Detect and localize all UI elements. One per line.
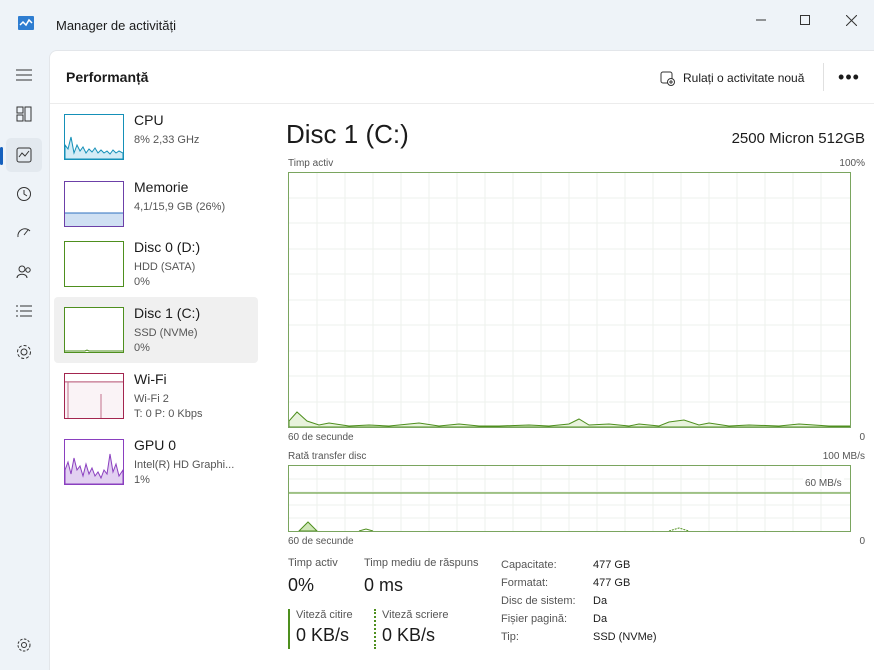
minimize-button[interactable] bbox=[738, 6, 784, 34]
active-time-graph-min: 0 bbox=[859, 432, 865, 443]
stat-active-time: Timp activ 0% bbox=[288, 557, 338, 596]
wifi-throughput: T: 0 P: 0 Kbps bbox=[134, 408, 203, 420]
users-icon bbox=[16, 265, 31, 279]
run-task-icon bbox=[660, 71, 675, 86]
disk1-type: SSD (NVMe) bbox=[134, 327, 198, 339]
wifi-adapter: Wi-Fi 2 bbox=[134, 393, 169, 405]
nav-services[interactable] bbox=[6, 335, 42, 369]
app-icon bbox=[18, 16, 34, 30]
nav-processes[interactable] bbox=[6, 97, 42, 131]
maximize-button[interactable] bbox=[782, 6, 828, 34]
nav-app-history[interactable] bbox=[6, 177, 42, 211]
run-task-label: Rulați o activitate nouă bbox=[683, 71, 805, 85]
prop-system-disk: Disc de sistem: Da bbox=[501, 595, 608, 607]
prop-capacity: Capacitate: 477 GB bbox=[501, 559, 631, 571]
prop-type: Tip: SSD (NVMe) bbox=[501, 631, 657, 643]
list-item-cpu[interactable]: CPU 8% 2,33 GHz bbox=[54, 104, 258, 170]
list-item-wifi[interactable]: Wi-Fi Wi-Fi 2 T: 0 P: 0 Kbps bbox=[54, 363, 258, 429]
services-icon bbox=[17, 345, 31, 359]
gpu-name: GPU 0 bbox=[134, 437, 177, 453]
settings-icon bbox=[17, 638, 31, 652]
nav-details[interactable] bbox=[6, 294, 42, 328]
nav-startup[interactable] bbox=[6, 216, 42, 250]
run-new-task-button[interactable]: Rulați o activitate nouă bbox=[660, 67, 804, 89]
disk0-name: Disc 0 (D:) bbox=[134, 239, 201, 255]
gpu-thumbnail bbox=[64, 439, 124, 485]
page-title: Performanță bbox=[66, 69, 149, 85]
menu-icon bbox=[16, 69, 32, 81]
active-time-graph-max: 100% bbox=[839, 158, 865, 169]
write-speed-label: Viteză scriere bbox=[382, 609, 449, 621]
disk1-thumbnail bbox=[64, 307, 124, 353]
disk1-name: Disc 1 (C:) bbox=[134, 305, 201, 321]
minimize-icon bbox=[756, 19, 766, 21]
transfer-graph-time: 60 de secunde bbox=[288, 536, 354, 547]
menu-button[interactable] bbox=[6, 58, 42, 92]
startup-icon bbox=[17, 228, 31, 238]
list-item-memory[interactable]: Memorie 4,1/15,9 GB (26%) bbox=[54, 171, 258, 237]
performance-icon bbox=[16, 147, 32, 163]
wifi-thumbnail bbox=[64, 373, 124, 419]
title-bar: Manager de activități bbox=[0, 0, 874, 50]
response-time-value: 0 ms bbox=[364, 575, 404, 595]
maximize-icon bbox=[800, 15, 810, 25]
wifi-name: Wi-Fi bbox=[134, 371, 167, 387]
main-panel: Performanță Rulați o activitate nouă •••… bbox=[49, 50, 874, 670]
disk1-usage: 0% bbox=[134, 342, 150, 354]
list-item-disk0[interactable]: Disc 0 (D:) HDD (SATA) 0% bbox=[54, 231, 258, 297]
disk0-usage: 0% bbox=[134, 276, 150, 288]
memory-thumbnail bbox=[64, 181, 124, 227]
disk-title: Disc 1 (C:) bbox=[286, 119, 409, 149]
cpu-usage: 8% 2,33 GHz bbox=[134, 134, 200, 146]
nav-users[interactable] bbox=[6, 255, 42, 289]
details-icon bbox=[16, 305, 32, 317]
disk0-thumbnail bbox=[64, 241, 124, 287]
response-time-label: Timp mediu de răspuns bbox=[364, 557, 479, 569]
active-time-value: 0% bbox=[288, 575, 315, 595]
nav-rail bbox=[0, 50, 48, 669]
active-time-graph-time: 60 de secunde bbox=[288, 432, 354, 443]
read-speed-value: 0 KB/s bbox=[296, 625, 350, 645]
stat-read-speed: Viteză citire 0 KB/s bbox=[288, 609, 353, 649]
window-title: Manager de activități bbox=[56, 18, 176, 33]
cpu-thumbnail bbox=[64, 114, 124, 160]
gpu-usage: 1% bbox=[134, 474, 150, 486]
list-item-disk1[interactable]: Disc 1 (C:) SSD (NVMe) 0% bbox=[54, 297, 258, 363]
close-button[interactable] bbox=[828, 6, 874, 34]
prop-formatted: Formatat: 477 GB bbox=[501, 577, 631, 589]
nav-performance[interactable] bbox=[6, 138, 42, 172]
write-speed-value: 0 KB/s bbox=[382, 625, 436, 645]
transfer-graph-min: 0 bbox=[859, 536, 865, 547]
gpu-adapter: Intel(R) HD Graphi... bbox=[134, 459, 235, 471]
disk0-type: HDD (SATA) bbox=[134, 261, 196, 273]
read-speed-label: Viteză citire bbox=[296, 609, 353, 621]
nav-settings[interactable] bbox=[6, 628, 42, 662]
stat-write-speed: Viteză scriere 0 KB/s bbox=[374, 609, 448, 649]
page-header: Performanță Rulați o activitate nouă ••• bbox=[50, 51, 874, 104]
transfer-graph-max: 100 MB/s bbox=[822, 451, 865, 462]
active-time-graph-label: Timp activ bbox=[288, 158, 334, 169]
more-options-button[interactable]: ••• bbox=[836, 65, 862, 89]
processes-icon bbox=[16, 106, 32, 122]
active-time-label: Timp activ bbox=[288, 557, 338, 569]
transfer-graph-label: Rată transfer disc bbox=[288, 451, 367, 462]
nav-active-indicator bbox=[0, 147, 3, 165]
close-icon bbox=[845, 14, 857, 26]
cpu-name: CPU bbox=[134, 112, 164, 128]
history-icon bbox=[17, 187, 31, 201]
list-item-gpu[interactable]: GPU 0 Intel(R) HD Graphi... 1% bbox=[54, 429, 258, 495]
header-divider bbox=[823, 63, 824, 91]
prop-page-file: Fișier pagină: Da bbox=[501, 613, 608, 625]
transfer-graph-inner: 60 MB/s bbox=[803, 478, 844, 489]
active-time-graph bbox=[288, 172, 851, 428]
memory-name: Memorie bbox=[134, 179, 189, 195]
stat-response-time: Timp mediu de răspuns 0 ms bbox=[364, 557, 479, 596]
memory-usage: 4,1/15,9 GB (26%) bbox=[134, 201, 226, 213]
disk-model: 2500 Micron 512GB bbox=[731, 130, 865, 147]
transfer-rate-graph bbox=[288, 465, 851, 532]
